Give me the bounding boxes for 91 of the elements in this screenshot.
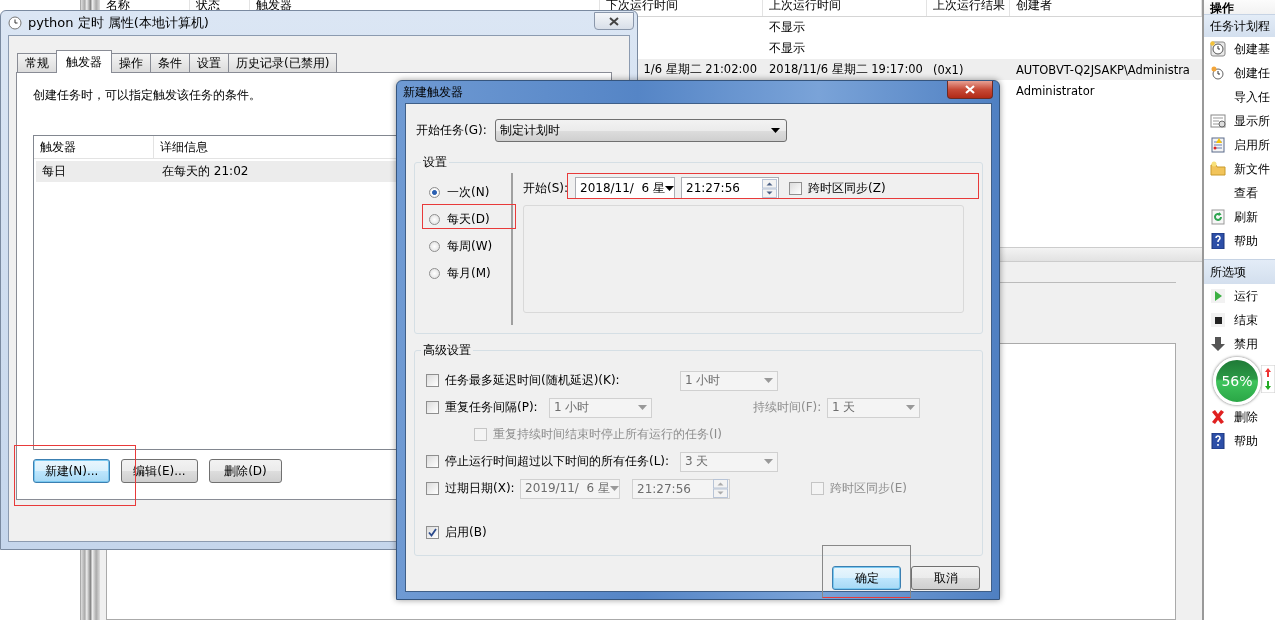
tab[interactable]: 条件 xyxy=(150,53,190,72)
table-cell-text: (0x1) xyxy=(932,62,965,77)
radio-label: 每月(M) xyxy=(447,265,491,282)
action-item[interactable]: 启用所 xyxy=(1204,133,1275,157)
dialog-button[interactable]: 新建(N)... xyxy=(33,459,110,483)
pane-title: 操作 xyxy=(1210,2,1234,14)
clock-icon xyxy=(8,16,22,30)
caret-icon xyxy=(764,459,773,464)
field-label: 持续时间(F): xyxy=(753,399,821,416)
column-header[interactable]: 上次运行时间 xyxy=(763,0,927,16)
action-item[interactable]: 导入任 xyxy=(1204,85,1275,109)
tab[interactable]: 常规 xyxy=(17,53,57,72)
play-icon xyxy=(1210,288,1226,304)
close-button[interactable] xyxy=(594,12,634,30)
action-item[interactable]: 查看 xyxy=(1204,181,1275,205)
tab[interactable]: 触发器 xyxy=(56,50,112,73)
caret-icon xyxy=(638,405,647,410)
checkbox-label: 跨时区同步(Z) xyxy=(808,179,886,197)
window-title: python 定时 属性(本地计算机) xyxy=(28,14,209,32)
radio-label: 每天(D) xyxy=(447,211,490,228)
caret-icon xyxy=(771,128,780,133)
dialog-button[interactable]: 取消 xyxy=(911,566,980,590)
close-icon xyxy=(609,16,619,26)
caret-icon xyxy=(906,405,915,410)
window-title: 新建触发器 xyxy=(403,83,463,101)
close-button[interactable] xyxy=(947,81,993,99)
radio-label: 每周(W) xyxy=(447,238,493,255)
action-item[interactable]: 帮助 xyxy=(1204,229,1275,253)
column-header[interactable]: 上次运行结果 xyxy=(927,0,1010,16)
action-item[interactable]: 显示所 xyxy=(1204,109,1275,133)
action-item[interactable]: 帮助 xyxy=(1204,429,1275,453)
clock-icon xyxy=(1210,65,1226,81)
help-icon xyxy=(1210,233,1226,249)
refresh-icon xyxy=(1210,209,1226,225)
caret-icon xyxy=(764,378,773,383)
checkbox-label: 任务最多延迟时间(随机延迟)(K): xyxy=(445,372,621,389)
dropdown[interactable]: 制定计划时 xyxy=(495,119,787,142)
table-cell-text: 不显示 xyxy=(768,41,806,56)
tab[interactable]: 设置 xyxy=(189,53,229,72)
spinner-icon xyxy=(713,479,728,498)
radio-button[interactable] xyxy=(429,187,440,198)
radio-button[interactable] xyxy=(429,268,440,279)
arrow-down-icon xyxy=(1210,336,1226,352)
checkbox-label: 重复任务间隔(P): xyxy=(445,399,539,416)
action-item[interactable]: 新文件 xyxy=(1204,157,1275,181)
close-icon xyxy=(965,85,975,94)
radio-button[interactable] xyxy=(429,241,440,252)
clock-icon xyxy=(1210,41,1226,57)
group-title: 高级设置 xyxy=(421,343,473,357)
description-text: 创建任务时，可以指定触发该任务的条件。 xyxy=(33,87,261,104)
action-item[interactable]: 创建任 xyxy=(1204,61,1275,85)
column-header[interactable]: 触发器 xyxy=(34,136,154,158)
checkbox[interactable] xyxy=(789,181,802,195)
action-item[interactable]: 运行 xyxy=(1204,284,1275,308)
tab[interactable]: 操作 xyxy=(111,53,151,72)
folder-icon xyxy=(1210,161,1226,177)
delete-icon xyxy=(1210,409,1226,425)
help-icon xyxy=(1210,433,1226,449)
action-item[interactable]: 删除 xyxy=(1204,405,1275,429)
calendar-icon xyxy=(1210,113,1226,129)
action-item[interactable]: 刷新 xyxy=(1204,205,1275,229)
document-icon xyxy=(1210,137,1226,153)
checkbox-label: 跨时区同步(E) xyxy=(830,480,907,497)
table-cell-text: 2018/11/6 星期二 19:17:00 xyxy=(768,62,924,77)
action-item[interactable]: 结束 xyxy=(1204,308,1275,332)
caret-icon xyxy=(610,486,619,491)
checkbox-label: 启用(B) xyxy=(445,524,487,541)
dialog-button[interactable]: 确定 xyxy=(832,566,901,590)
action-item[interactable]: 创建基 xyxy=(1204,37,1275,61)
table-cell-text: 1/6 星期二 21:02:00 xyxy=(642,62,758,77)
radio-label: 一次(N) xyxy=(447,184,490,201)
spinner-icon xyxy=(762,178,777,198)
checkbox-label: 过期日期(X): xyxy=(445,480,514,497)
field-label: 开始(S): xyxy=(523,179,570,197)
column-header[interactable]: 创建者 xyxy=(1010,0,1202,16)
tab[interactable]: 历史记录(已禁用) xyxy=(228,53,338,72)
table-cell-text: AUTOBVT-Q2JSAKP\Administra xyxy=(1015,62,1191,77)
date-picker[interactable]: 2018/11/ 6 星 xyxy=(575,177,675,199)
group-title: 设置 xyxy=(421,155,449,169)
dialog-button[interactable]: 删除(D) xyxy=(209,459,282,483)
caret-icon xyxy=(665,185,674,191)
time-field[interactable]: 21:27:56 xyxy=(681,177,779,199)
stop-icon xyxy=(1210,312,1226,328)
radio-button[interactable] xyxy=(429,214,440,225)
field-label: 开始任务(G): xyxy=(416,122,488,139)
checkbox-label: 停止运行时间超过以下时间的所有任务(L): xyxy=(445,453,671,470)
action-item[interactable]: 禁用 xyxy=(1204,332,1275,356)
section-header[interactable]: 所选项 xyxy=(1204,259,1275,284)
section-header[interactable]: 任务计划程 xyxy=(1204,14,1275,37)
checkbox-label: 重复持续时间结束时停止所有运行的任务(I) xyxy=(493,426,722,443)
checkbox[interactable] xyxy=(426,526,439,539)
